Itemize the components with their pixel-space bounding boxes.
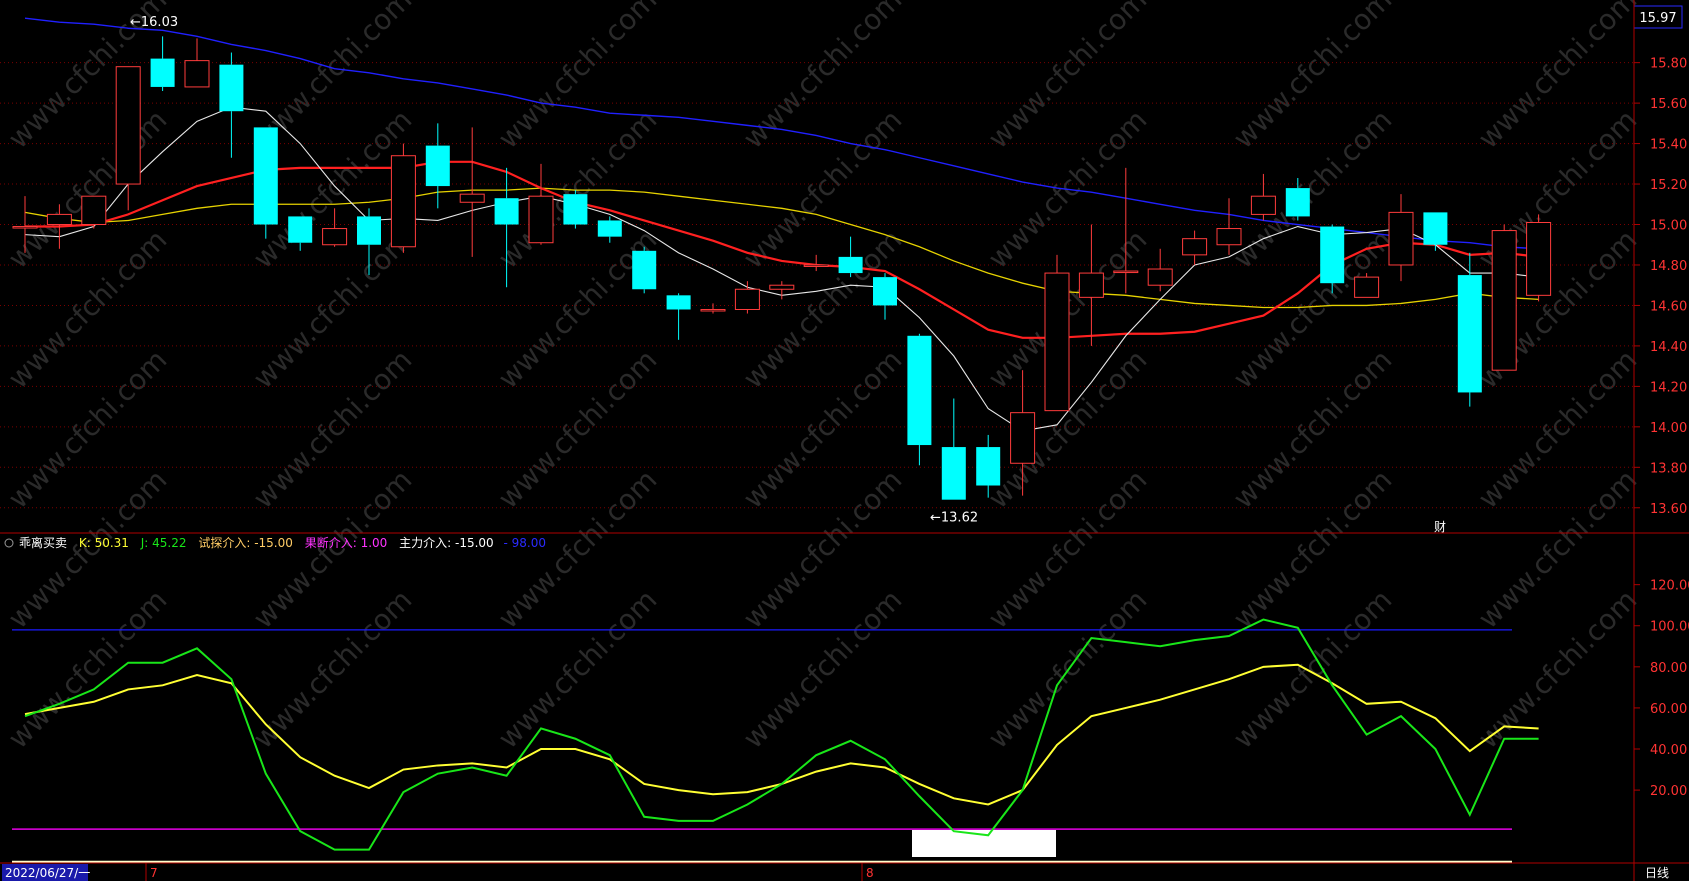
candle[interactable] (632, 246, 657, 294)
candle-body-up (1078, 272, 1104, 298)
candle-body-down (1423, 212, 1448, 245)
legend-main: 主力介入: -15.00 (399, 536, 494, 550)
candle-body-up (322, 228, 348, 246)
legend-last: - 98.00 (504, 536, 547, 550)
candle-body-up (528, 195, 554, 244)
candle-body-down (219, 64, 244, 112)
candle-body-down (253, 127, 278, 225)
candle[interactable] (253, 127, 278, 239)
candle-body-down (666, 295, 691, 310)
candle-body-down (1285, 188, 1310, 217)
candle-body-down (976, 447, 1001, 486)
price-axis-label: 15.20 (1650, 178, 1687, 193)
candle-body-up (1113, 270, 1139, 274)
price-axis-label: 13.80 (1650, 461, 1687, 476)
period-label[interactable]: 日线 (1645, 866, 1669, 880)
price-axis-label: 14.00 (1650, 421, 1687, 436)
candle-body-up (803, 264, 829, 267)
candle[interactable] (1044, 254, 1070, 412)
candle[interactable] (1491, 224, 1517, 371)
candle-body-down (150, 58, 175, 87)
candle-body-down (357, 216, 381, 245)
candle-body-up (81, 195, 107, 226)
candle-body-down (494, 198, 519, 225)
candle[interactable] (1526, 214, 1552, 302)
candle-body-up (184, 60, 210, 88)
candle-body-up (12, 226, 38, 229)
candle[interactable] (1457, 252, 1482, 407)
candle-body-up (1491, 230, 1517, 371)
high-price-annotation: ←16.03 (130, 15, 178, 30)
candle-body-up (1147, 268, 1173, 286)
price-axis-label: 13.60 (1650, 502, 1687, 517)
price-axis-label: 14.40 (1650, 340, 1687, 355)
candle-body-up (1526, 221, 1552, 296)
candle-body-up (769, 284, 795, 290)
candle[interactable] (390, 143, 416, 253)
indicator-axis-label: 60.00 (1650, 702, 1687, 717)
candle-body-up (700, 308, 726, 312)
legend-text: 乖离买卖 K: 50.31 J: 45.22 试探介入: -15.00 果断介入… (19, 535, 546, 550)
legend-decisive: 果断介入: 1.00 (305, 535, 388, 550)
legend-trial: 试探介入: -15.00 (198, 535, 293, 550)
candle-body-down (873, 277, 897, 306)
indicator-axis-label: 20.00 (1650, 784, 1687, 799)
candle-body-down (632, 250, 657, 290)
legend-k: K: 50.31 (79, 536, 129, 550)
candle-body-up (115, 66, 141, 185)
candle-body-down (288, 216, 313, 243)
candle-body-down (425, 145, 450, 187)
candle-body-down (838, 256, 863, 274)
price-axis-label: 15.60 (1650, 97, 1687, 112)
candle-body-down (907, 335, 932, 446)
low-price-annotation: ←13.62 (930, 511, 978, 526)
date-label: 2022/06/27/一 (5, 866, 90, 880)
indicator-axis-label: 80.00 (1650, 661, 1687, 676)
candle[interactable] (1320, 224, 1345, 294)
candle-body-up (1182, 238, 1208, 256)
indicator-axis-label: 120.00 (1650, 579, 1689, 594)
price-axis-label: 15.80 (1650, 57, 1687, 72)
candle-body-up (1010, 412, 1036, 464)
candle-body-down (1320, 226, 1345, 284)
price-axis-label: 14.60 (1650, 299, 1687, 314)
candle-body-up (459, 193, 485, 203)
price-axis-label: 15.00 (1650, 219, 1687, 234)
candle-body-up (1388, 211, 1414, 266)
indicator-legend[interactable]: 乖离买卖 K: 50.31 J: 45.22 试探介入: -15.00 果断介入… (4, 535, 546, 550)
candle-body-up (734, 288, 760, 310)
candle-body-up (1044, 272, 1070, 412)
candle-body-down (1457, 275, 1482, 393)
candle-body-up (1354, 276, 1380, 298)
current-price-label: 15.97 (1639, 11, 1676, 26)
candle-body-down (941, 447, 966, 500)
candle-body-up (390, 155, 416, 248)
stock-chart[interactable]: www.cfchi.com www.cfchi.com www.cfchi.com w… (0, 0, 1689, 881)
candle[interactable] (563, 190, 588, 229)
price-axis-label: 14.20 (1650, 380, 1687, 395)
candle-body-up (46, 213, 72, 226)
month-marker-7: 7 (150, 866, 158, 880)
month-marker-8: 8 (866, 866, 874, 880)
candle-body-up (1216, 228, 1242, 246)
candle-body-down (563, 194, 588, 225)
price-axis-label: 14.80 (1650, 259, 1687, 274)
candle-body-up (1250, 195, 1276, 215)
candle[interactable] (1354, 273, 1380, 298)
candle-body-down (597, 220, 622, 237)
price-axis-label: 15.40 (1650, 138, 1687, 153)
candle[interactable] (81, 195, 107, 229)
indicator-axis-label: 40.00 (1650, 743, 1687, 758)
indicator-name: 乖离买卖 (19, 535, 67, 550)
cai-badge[interactable]: 财 (1434, 520, 1446, 534)
indicator-axis-label: 100.00 (1650, 620, 1689, 635)
legend-j: J: 45.22 (140, 536, 187, 550)
